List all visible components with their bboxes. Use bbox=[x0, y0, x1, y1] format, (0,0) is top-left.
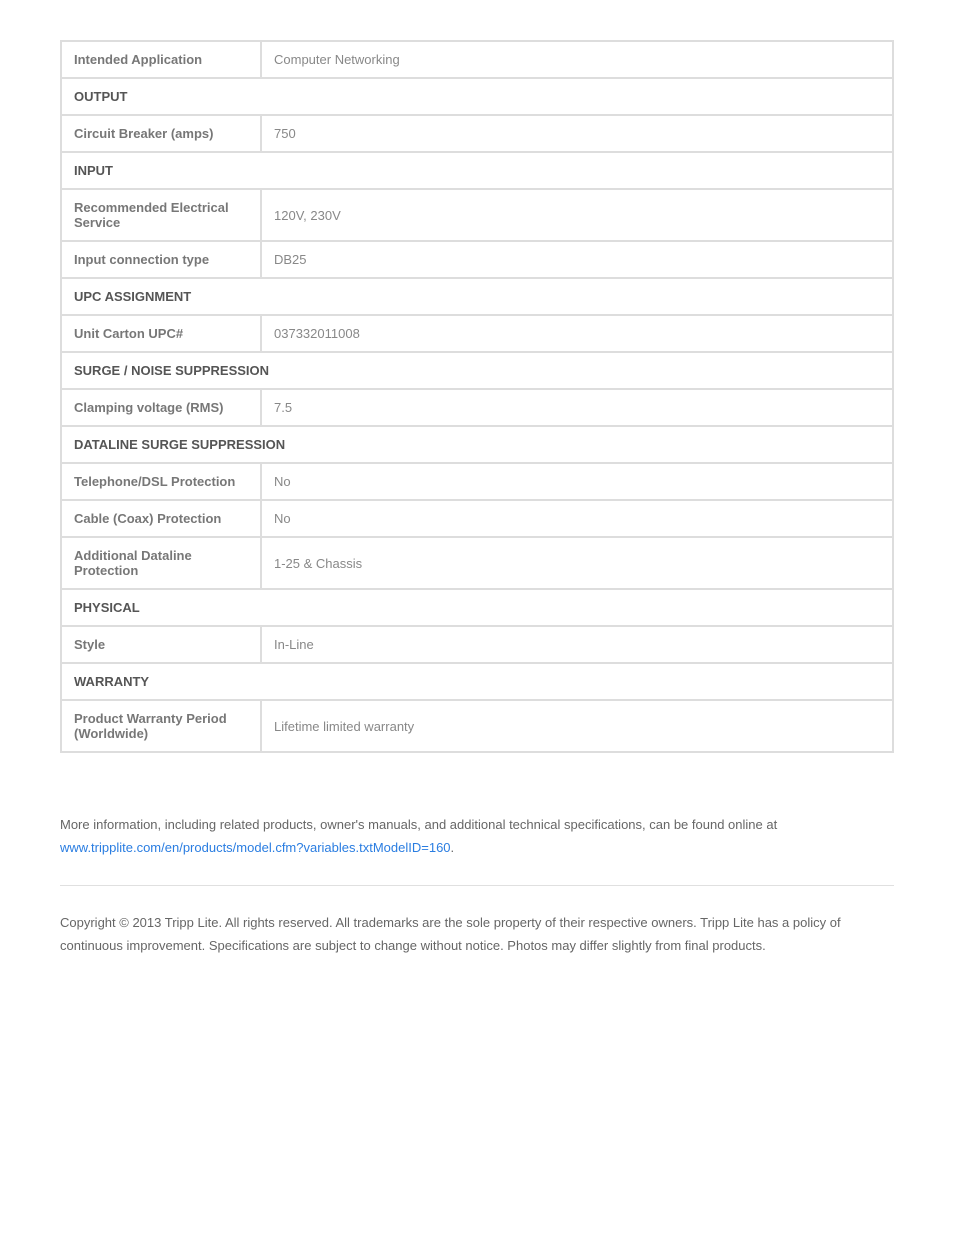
spec-label: Cable (Coax) Protection bbox=[61, 500, 261, 537]
spec-table-body: Intended ApplicationComputer NetworkingO… bbox=[61, 41, 893, 752]
spec-label: Clamping voltage (RMS) bbox=[61, 389, 261, 426]
more-info-link[interactable]: www.tripplite.com/en/products/model.cfm?… bbox=[60, 840, 451, 855]
spec-label: Style bbox=[61, 626, 261, 663]
section-header: UPC ASSIGNMENT bbox=[61, 278, 893, 315]
spec-value: 120V, 230V bbox=[261, 189, 893, 241]
table-row: Recommended Electrical Service120V, 230V bbox=[61, 189, 893, 241]
table-row: Product Warranty Period (Worldwide)Lifet… bbox=[61, 700, 893, 752]
table-row: Intended ApplicationComputer Networking bbox=[61, 41, 893, 78]
more-info-prefix: More information, including related prod… bbox=[60, 817, 777, 832]
section-header-label: PHYSICAL bbox=[61, 589, 893, 626]
spec-label: Recommended Electrical Service bbox=[61, 189, 261, 241]
table-row: Cable (Coax) ProtectionNo bbox=[61, 500, 893, 537]
table-row: StyleIn-Line bbox=[61, 626, 893, 663]
section-header: PHYSICAL bbox=[61, 589, 893, 626]
table-row: Circuit Breaker (amps)750 bbox=[61, 115, 893, 152]
spec-table: Intended ApplicationComputer NetworkingO… bbox=[60, 40, 894, 753]
table-row: Unit Carton UPC#037332011008 bbox=[61, 315, 893, 352]
spec-value: 7.5 bbox=[261, 389, 893, 426]
spec-value: No bbox=[261, 463, 893, 500]
spec-value: 1-25 & Chassis bbox=[261, 537, 893, 589]
spec-label: Input connection type bbox=[61, 241, 261, 278]
section-header-label: SURGE / NOISE SUPPRESSION bbox=[61, 352, 893, 389]
table-row: Additional Dataline Protection1-25 & Cha… bbox=[61, 537, 893, 589]
section-header: SURGE / NOISE SUPPRESSION bbox=[61, 352, 893, 389]
section-header-label: OUTPUT bbox=[61, 78, 893, 115]
section-header-label: INPUT bbox=[61, 152, 893, 189]
table-row: Telephone/DSL ProtectionNo bbox=[61, 463, 893, 500]
section-header: WARRANTY bbox=[61, 663, 893, 700]
section-header-label: UPC ASSIGNMENT bbox=[61, 278, 893, 315]
section-header: DATALINE SURGE SUPPRESSION bbox=[61, 426, 893, 463]
section-header-label: DATALINE SURGE SUPPRESSION bbox=[61, 426, 893, 463]
spec-label: Circuit Breaker (amps) bbox=[61, 115, 261, 152]
divider bbox=[60, 885, 894, 886]
more-info-suffix: . bbox=[451, 840, 455, 855]
spec-value: 750 bbox=[261, 115, 893, 152]
spec-label: Additional Dataline Protection bbox=[61, 537, 261, 589]
table-row: Input connection typeDB25 bbox=[61, 241, 893, 278]
section-header: INPUT bbox=[61, 152, 893, 189]
table-row: Clamping voltage (RMS)7.5 bbox=[61, 389, 893, 426]
footer-info: More information, including related prod… bbox=[60, 813, 894, 860]
spec-label: Intended Application bbox=[61, 41, 261, 78]
spec-value: DB25 bbox=[261, 241, 893, 278]
spec-value: No bbox=[261, 500, 893, 537]
section-header-label: WARRANTY bbox=[61, 663, 893, 700]
spec-value: Computer Networking bbox=[261, 41, 893, 78]
spec-label: Unit Carton UPC# bbox=[61, 315, 261, 352]
copyright-text: Copyright © 2013 Tripp Lite. All rights … bbox=[60, 911, 894, 958]
spec-label: Telephone/DSL Protection bbox=[61, 463, 261, 500]
spec-value: In-Line bbox=[261, 626, 893, 663]
spec-value: 037332011008 bbox=[261, 315, 893, 352]
spec-label: Product Warranty Period (Worldwide) bbox=[61, 700, 261, 752]
section-header: OUTPUT bbox=[61, 78, 893, 115]
spec-value: Lifetime limited warranty bbox=[261, 700, 893, 752]
